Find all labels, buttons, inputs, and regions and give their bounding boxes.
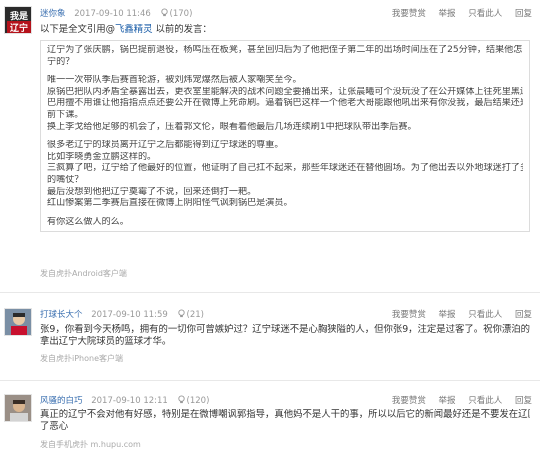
reward-button[interactable]: 我要赞赏 (392, 310, 426, 320)
quote-line: 红山惨案第二季赛后直接在微博上阴阳怪气讽刺锅巴是演员。 (47, 198, 293, 209)
post-actions: 我要赞赏 举报 只看此人 回复 (392, 308, 532, 320)
post-source: 发自手机虎扑 m.hupu.com (40, 440, 141, 449)
svg-text:辽宁: 辽宁 (10, 22, 28, 34)
report-button[interactable]: 举报 (439, 396, 456, 406)
quote-intro: 以下是全文引用@飞鑫精灵 以前的发言： (40, 24, 530, 36)
post-date: 2017-09-10 11:59 (91, 310, 168, 320)
only-this-user-button[interactable]: 只看此人 (468, 310, 502, 320)
reply-post: 打球长大个 2017-09-10 11:59 (21) 我要赞赏 举报 只看此人… (0, 296, 540, 376)
avatar-image (5, 309, 31, 335)
post-line: 真正的辽宁不会对他有好感，特别是在微博嘲讽郭指导，真他妈不是人干的事，所以以后它… (40, 409, 530, 420)
only-this-user-button[interactable]: 只看此人 (468, 396, 502, 406)
avatar-image: 我是 辽宁 (5, 7, 31, 34)
quote-line: 最后没想到他把辽宁奠霉了不说，回来还倒打一耙。 (47, 186, 257, 197)
quote-line: 三疯算了吧，辽宁给了他最好的位置，他证明了自己扛不起来，那些年球迷还在替他圆场。… (47, 163, 523, 174)
avatar[interactable] (4, 394, 32, 422)
post-actions: 我要赞赏 举报 只看此人 回复 (392, 7, 532, 19)
post-meta: 打球长大个 2017-09-10 11:59 (21) (40, 308, 204, 322)
light-icon (160, 8, 168, 17)
reward-button[interactable]: 我要赞赏 (392, 396, 426, 406)
reply-button[interactable]: 回复 (515, 310, 532, 320)
post-meta: 风骚的白巧 2017-09-10 12:11 (120) (40, 394, 209, 408)
post-source: 发自虎扑iPhone客户端 (40, 354, 124, 363)
reply-post: 我是 辽宁 迷你象 2017-09-10 11:46 (170) 我要赞赏 举报… (0, 0, 540, 290)
quote-line: 宁的？ (47, 56, 75, 67)
post-date: 2017-09-10 12:11 (91, 396, 168, 406)
quote-line: 很多老辽宁的球员离开辽宁之后都能得到辽宁球迷的尊重。 (47, 140, 284, 151)
intro-text: 以下是全文引用@ (40, 24, 116, 35)
light-icon (177, 309, 185, 318)
reward-button[interactable]: 我要赞赏 (392, 9, 426, 19)
username-link[interactable]: 打球长大个 (40, 310, 83, 320)
report-button[interactable]: 举报 (439, 9, 456, 19)
post-source: 发自虎扑Android客户端 (40, 269, 127, 278)
quote-line: 前下课。 (47, 109, 84, 120)
reply-button[interactable]: 回复 (515, 9, 532, 19)
light-count: (170) (169, 9, 193, 19)
intro-suffix: 以前的发言： (152, 24, 212, 35)
post-meta: 迷你象 2017-09-10 11:46 (170) (40, 7, 192, 21)
username-link[interactable]: 风骚的白巧 (40, 396, 83, 406)
quote-line: 巴用擅不用谁让他指指点点还要公开在微博上死命刷。逼着锅巴这样一个他老大哥能跟他吼… (47, 98, 523, 109)
only-this-user-button[interactable]: 只看此人 (468, 9, 502, 19)
post-date: 2017-09-10 11:46 (74, 9, 151, 19)
reply-button[interactable]: 回复 (515, 396, 532, 406)
quote-line: 原锅巴把队内矛盾全暴露出去，更衣室里能解决的战术问题全要捅出来，让张晨曦可个没玩… (47, 86, 523, 97)
quote-line: 比如李晓勇金立鹏这样的。 (47, 151, 157, 162)
post-actions: 我要赞赏 举报 只看此人 回复 (392, 394, 532, 406)
light-count: (21) (186, 310, 204, 320)
light-count: (120) (186, 396, 210, 406)
mention-link[interactable]: 飞鑫精灵 (115, 24, 153, 35)
quote-content: 辽宁为了张庆鹏，锅巴提前退役，杨鸣压在板凳，甚至回归后为了他把侄子第二年的出场时… (47, 45, 523, 228)
post-line: 拿出辽宁大院球员的篮球才华。 (40, 336, 172, 348)
divider (0, 292, 540, 293)
quote-line: 的嘴仗？ (47, 174, 84, 185)
quote-line: 有你这么做人的么。 (47, 216, 129, 227)
divider (0, 380, 540, 381)
post-line: 张9，你看到今天杨鸣，拥有的一切你可曾嫉妒过？辽宁球迷不是心胸狭隘的人，但你张9… (40, 324, 530, 335)
reply-post: 风骚的白巧 2017-09-10 12:11 (120) 我要赞赏 举报 只看此… (0, 382, 540, 454)
avatar-image (5, 395, 31, 421)
svg-text:我是: 我是 (10, 10, 29, 22)
username-link[interactable]: 迷你象 (40, 9, 66, 19)
quote-line: 换上李戈给他足够的机会了，压着郭文伦，眼看着他最后几场连续刷1中把球队带出季后赛… (47, 121, 417, 132)
light-icon (177, 395, 185, 404)
quote-block: 辽宁为了张庆鹏，锅巴提前退役，杨鸣压在板凳，甚至回归后为了他把侄子第二年的出场时… (40, 40, 530, 232)
quote-line: 辽宁为了张庆鹏，锅巴提前退役，杨鸣压在板凳，甚至回归后为了他把侄子第二年的出场时… (47, 45, 523, 55)
avatar[interactable] (4, 308, 32, 336)
post-body: 张9，你看到今天杨鸣，拥有的一切你可曾嫉妒过？辽宁球迷不是心胸狭隘的人，但你张9… (40, 324, 530, 349)
avatar[interactable]: 我是 辽宁 (4, 6, 32, 34)
post-line: 了恶心 (40, 421, 69, 433)
quote-line: 唯一一次带队季后赛首轮游，被刘炜宠爆然后被人家嘲笑至今。 (47, 75, 302, 86)
post-body: 以下是全文引用@飞鑫精灵 以前的发言： (40, 24, 530, 36)
post-body: 真正的辽宁不会对他有好感，特别是在微博嘲讽郭指导，真他妈不是人干的事，所以以后它… (40, 409, 530, 434)
report-button[interactable]: 举报 (439, 310, 456, 320)
